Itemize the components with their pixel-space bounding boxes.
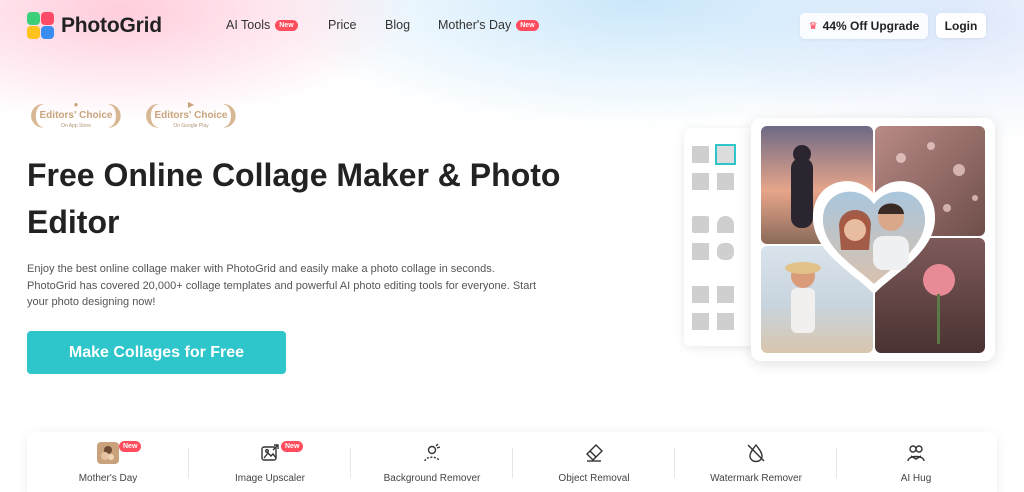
tool-label: Background Remover — [383, 473, 481, 484]
tool-image-upscaler[interactable]: New Image Upscaler — [189, 432, 351, 492]
tool-label: Watermark Remover — [710, 473, 802, 484]
hug-icon — [905, 442, 927, 464]
crown-icon: ♛ — [808, 20, 818, 32]
photogrid-logo-icon — [27, 12, 54, 39]
mothers-day-thumbnail-icon — [97, 442, 119, 464]
collage-preview-image — [751, 118, 995, 361]
laurel-left-icon: ❨ — [26, 100, 48, 130]
collage-template[interactable] — [717, 173, 734, 190]
collage-template-selected[interactable] — [715, 144, 736, 165]
nav-ai-tools-label: AI Tools — [226, 18, 271, 32]
laurel-left-icon: ❨ — [141, 100, 163, 130]
collage-template[interactable] — [717, 313, 734, 330]
tool-background-remover[interactable]: Background Remover — [351, 432, 513, 492]
tool-object-removal[interactable]: Object Removal — [513, 432, 675, 492]
watermark-remove-icon — [745, 442, 767, 464]
collage-illustration — [761, 126, 985, 353]
laurel-right-icon: ❨ — [104, 100, 126, 130]
new-badge: New — [275, 19, 298, 31]
tool-ai-hug[interactable]: AI Hug — [835, 432, 997, 492]
nav-price[interactable]: Price — [328, 18, 356, 32]
collage-template[interactable] — [717, 243, 734, 260]
hero-description: Enjoy the best online collage maker with… — [27, 263, 537, 308]
brand-name: PhotoGrid — [61, 13, 162, 37]
tool-label: Mother's Day — [78, 473, 138, 484]
collage-template[interactable] — [692, 173, 709, 190]
editors-choice-badge-app-store: ❨ ❨ ● Editors' Choice On App Store — [26, 100, 126, 132]
nav-mothers-day[interactable]: Mother's Day New — [438, 18, 539, 32]
laurel-right-icon: ❨ — [219, 100, 241, 130]
top-navigation-bar: PhotoGrid AI Tools New Price Blog Mother… — [0, 0, 1024, 52]
collage-template[interactable] — [692, 243, 709, 260]
tool-watermark-remover[interactable]: Watermark Remover — [675, 432, 837, 492]
collage-template[interactable] — [692, 146, 709, 163]
nav-blog-label: Blog — [385, 18, 411, 32]
collage-template[interactable] — [692, 286, 709, 303]
login-button[interactable]: Login — [936, 13, 986, 38]
nav-price-label: Price — [328, 18, 357, 32]
collage-template[interactable] — [692, 216, 709, 233]
photogrid-logo[interactable]: PhotoGrid — [27, 12, 162, 39]
nav-mothers-day-label: Mother's Day — [438, 18, 512, 32]
collage-template[interactable] — [692, 313, 709, 330]
nav-ai-tools[interactable]: AI Tools New — [226, 18, 298, 32]
ai-tools-bar: New Mother's Day New Image Upscaler Back… — [27, 432, 997, 492]
upgrade-button[interactable]: ♛ 44% Off Upgrade — [800, 13, 928, 39]
person-cutout-icon — [421, 442, 443, 464]
collage-template[interactable] — [717, 286, 734, 303]
editors-choice-badge-google-play: ❨ ❨ ▶ Editors' Choice On Google Play — [141, 100, 241, 132]
tool-label: AI Hug — [900, 473, 932, 484]
new-badge: New — [516, 19, 539, 31]
image-upscale-icon — [259, 442, 281, 464]
tool-label: Object Removal — [558, 473, 630, 484]
new-badge: New — [119, 441, 142, 452]
make-collages-button[interactable]: Make Collages for Free — [27, 331, 286, 374]
tool-mothers-day[interactable]: New Mother's Day — [27, 432, 189, 492]
page-title: Free Online Collage Maker & Photo Editor — [27, 157, 561, 240]
upgrade-label: 44% Off Upgrade — [822, 19, 920, 33]
new-badge: New — [281, 441, 304, 452]
eraser-icon — [583, 442, 605, 464]
collage-template[interactable] — [717, 216, 734, 233]
tool-label: Image Upscaler — [234, 473, 306, 484]
nav-blog[interactable]: Blog — [385, 18, 410, 32]
